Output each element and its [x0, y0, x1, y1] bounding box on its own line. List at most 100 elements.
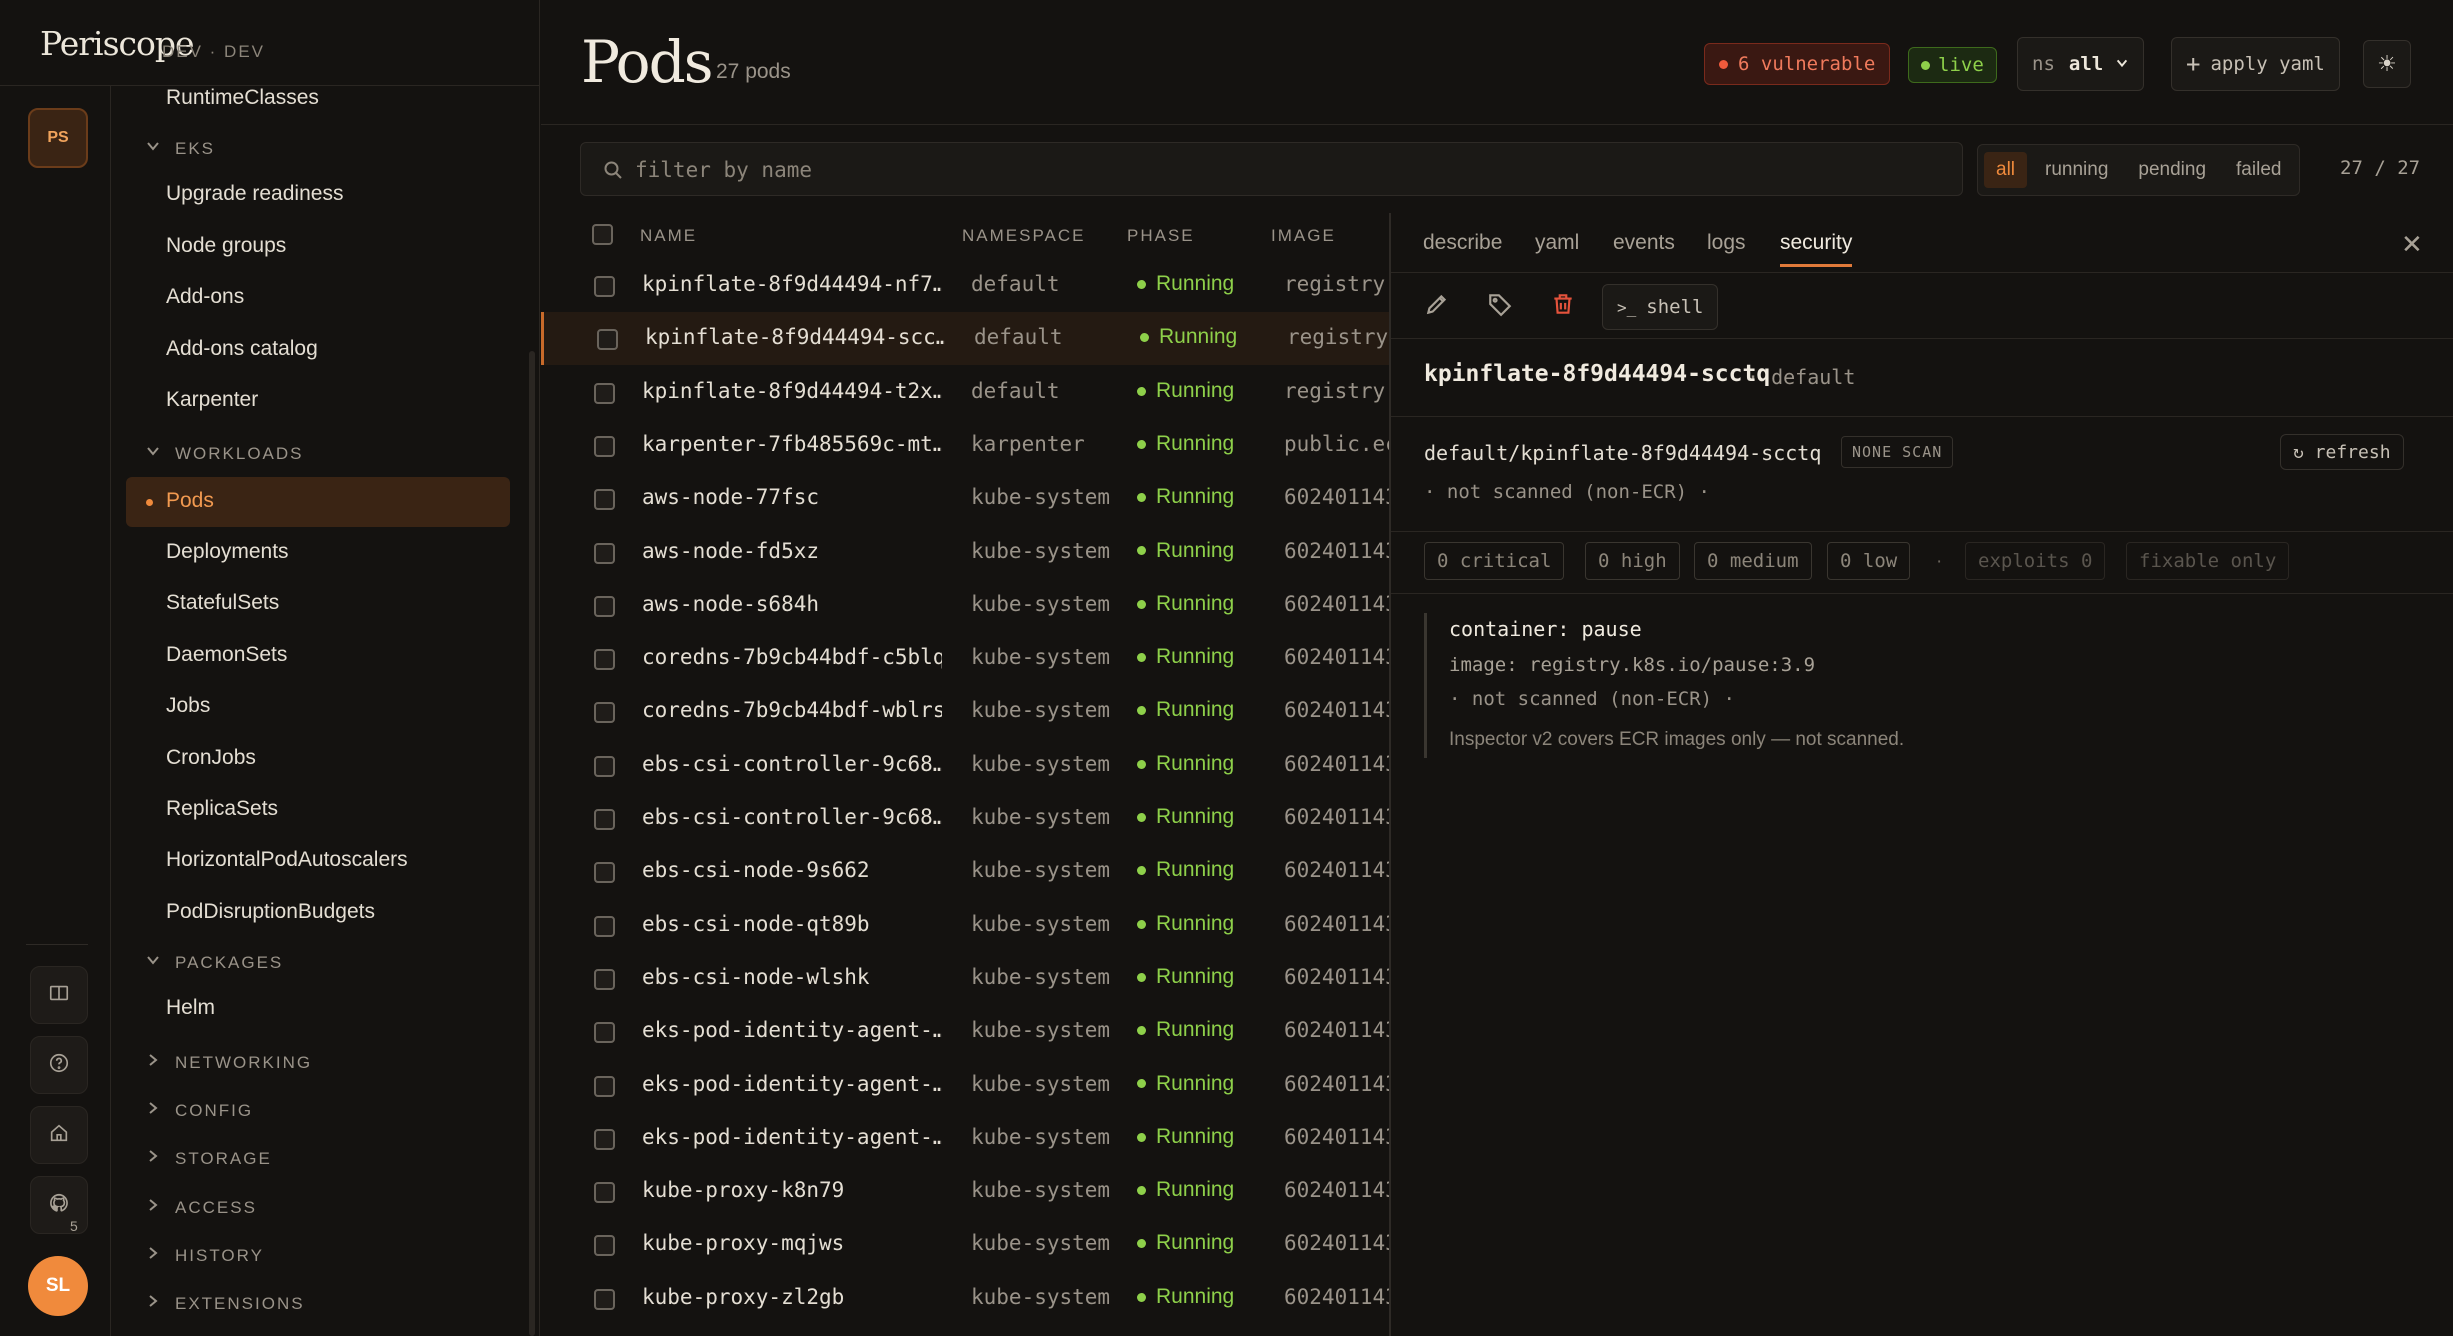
table-row[interactable]: ebs-csi-node-qt89b kube-system Running 6024…	[541, 899, 1389, 952]
row-checkbox[interactable]	[594, 1182, 615, 1204]
table-row[interactable]: karpenter-7fb485569c-mt… karpenter Running…	[541, 419, 1389, 472]
table-row[interactable]: kube-proxy-mqjws kube-system Running 602401…	[541, 1218, 1389, 1271]
severity-medium-filter[interactable]: 0 medium	[1694, 542, 1812, 580]
row-checkbox[interactable]	[594, 1022, 615, 1044]
row-checkbox[interactable]	[594, 489, 615, 511]
select-all-checkbox[interactable]	[592, 224, 613, 245]
row-checkbox[interactable]	[594, 702, 615, 724]
table-row[interactable]: kpinflate-8f9d44494-scc… default Running re…	[541, 312, 1389, 366]
row-checkbox[interactable]	[594, 1075, 615, 1097]
table-row[interactable]: kpinflate-8f9d44494-nf7… default Running re…	[541, 259, 1389, 312]
nav-item-hpa[interactable]: HorizontalPodAutoscalers	[166, 848, 408, 872]
table-row[interactable]: ebs-csi-controller-9c68… kube-system Runni…	[541, 792, 1389, 845]
nav-section-packages[interactable]: PACKAGES	[145, 952, 283, 973]
apply-yaml-button[interactable]: + apply yaml	[2171, 37, 2340, 91]
table-row[interactable]: aws-node-s684h kube-system Running 60240114…	[541, 579, 1389, 632]
nav-section-config[interactable]: CONFIG	[145, 1100, 253, 1121]
segment-running[interactable]: running	[2033, 152, 2120, 188]
severity-low-filter[interactable]: 0 low	[1827, 542, 1911, 580]
nav-item-upgrade-readiness[interactable]: Upgrade readiness	[166, 182, 343, 206]
nav-section-networking[interactable]: NETWORKING	[145, 1052, 312, 1073]
tab-yaml[interactable]: yaml	[1535, 231, 1579, 255]
table-row[interactable]: coredns-7b9cb44bdf-wblrs kube-system Runni…	[541, 685, 1389, 738]
row-checkbox[interactable]	[594, 542, 615, 564]
theme-toggle-button[interactable]: ☀	[2363, 40, 2411, 88]
nav-item-daemonsets[interactable]: DaemonSets	[166, 643, 287, 667]
tab-security[interactable]: security	[1780, 231, 1852, 255]
row-checkbox[interactable]	[594, 276, 615, 297]
user-avatar[interactable]: SL	[28, 1256, 88, 1316]
help-button[interactable]	[30, 1036, 88, 1094]
workspace-button[interactable]: PS	[28, 108, 88, 168]
live-badge[interactable]: live	[1908, 47, 1997, 83]
nav-item-helm[interactable]: Helm	[166, 996, 215, 1020]
nav-section-history[interactable]: HISTORY	[145, 1245, 264, 1266]
nav-item-runtimeclasses[interactable]: RuntimeClasses	[166, 86, 319, 110]
tab-describe[interactable]: describe	[1423, 231, 1502, 255]
nav-section-access[interactable]: ACCESS	[145, 1197, 257, 1218]
table-row[interactable]: eks-pod-identity-agent-… kube-system Runni…	[541, 1059, 1389, 1112]
edit-button[interactable]	[1424, 291, 1452, 319]
table-row[interactable]: aws-node-fd5xz kube-system Running 60240114…	[541, 526, 1389, 579]
nav-item-cronjobs[interactable]: CronJobs	[166, 746, 256, 770]
sidebar-scrollbar[interactable]	[529, 351, 535, 1336]
tab-events[interactable]: events	[1613, 231, 1675, 255]
row-checkbox[interactable]	[594, 649, 615, 671]
nav-item-deployments[interactable]: Deployments	[166, 540, 289, 564]
exploits-filter[interactable]: exploits 0	[1965, 542, 2106, 580]
column-header-image[interactable]: IMAGE	[1271, 226, 1336, 246]
nav-item-pdb[interactable]: PodDisruptionBudgets	[166, 900, 375, 924]
table-row[interactable]: eks-pod-identity-agent-… kube-system Runni…	[541, 1112, 1389, 1165]
nav-item-jobs[interactable]: Jobs	[166, 694, 210, 718]
segment-failed[interactable]: failed	[2224, 152, 2293, 188]
table-row[interactable]: coredns-7b9cb44bdf-c5blq kube-system Runni…	[541, 632, 1389, 685]
nav-section-workloads[interactable]: WORKLOADS	[145, 443, 304, 464]
table-row[interactable]: ebs-csi-node-wlshk kube-system Running 6024…	[541, 952, 1389, 1005]
table-row[interactable]: eks-pod-identity-agent-… kube-system Runni…	[541, 1005, 1389, 1058]
severity-high-filter[interactable]: 0 high	[1585, 542, 1680, 580]
column-header-phase[interactable]: PHASE	[1127, 226, 1195, 246]
table-row[interactable]: kube-proxy-zl2gb kube-system Running 602401…	[541, 1272, 1389, 1325]
nav-section-extensions[interactable]: EXTENSIONS	[145, 1293, 305, 1314]
nav-section-storage[interactable]: STORAGE	[145, 1148, 272, 1169]
tab-logs[interactable]: logs	[1707, 231, 1746, 255]
home-button[interactable]	[30, 1106, 88, 1164]
github-button[interactable]	[30, 1176, 88, 1234]
row-checkbox[interactable]	[594, 862, 615, 884]
segment-pending[interactable]: pending	[2126, 152, 2218, 188]
docs-button[interactable]	[30, 966, 88, 1024]
nav-item-add-ons[interactable]: Add-ons	[166, 285, 244, 309]
row-checkbox[interactable]	[594, 1288, 615, 1310]
row-checkbox[interactable]	[597, 329, 618, 351]
row-checkbox[interactable]	[594, 1235, 615, 1257]
nav-item-statefulsets[interactable]: StatefulSets	[166, 591, 279, 615]
table-row[interactable]: kpinflate-8f9d44494-t2x… default Running re…	[541, 366, 1389, 419]
nav-item-add-ons-catalog[interactable]: Add-ons catalog	[166, 337, 318, 361]
row-checkbox[interactable]	[594, 809, 615, 830]
delete-button[interactable]	[1550, 291, 1578, 319]
row-checkbox[interactable]	[594, 382, 615, 404]
label-button[interactable]	[1487, 291, 1515, 319]
nav-item-karpenter[interactable]: Karpenter	[166, 388, 258, 412]
severity-critical-filter[interactable]: 0 critical	[1424, 542, 1565, 580]
row-checkbox[interactable]	[594, 915, 615, 937]
table-row[interactable]: kube-proxy-k8n79 kube-system Running 602401…	[541, 1165, 1389, 1218]
row-checkbox[interactable]	[594, 595, 615, 617]
row-checkbox[interactable]	[594, 1128, 615, 1150]
table-row[interactable]: ebs-csi-controller-9c68… kube-system Runni…	[541, 739, 1389, 792]
table-row[interactable]: ebs-csi-node-9s662 kube-system Running 6024…	[541, 845, 1389, 898]
close-icon[interactable]: ✕	[2401, 229, 2423, 260]
namespace-select[interactable]: ns all	[2017, 37, 2145, 91]
nav-item-replicasets[interactable]: ReplicaSets	[166, 797, 278, 821]
table-row[interactable]: aws-node-77fsc kube-system Running 60240114…	[541, 472, 1389, 525]
nav-item-node-groups[interactable]: Node groups	[166, 234, 286, 258]
filter-input[interactable]	[635, 153, 1935, 187]
refresh-button[interactable]: ↻ refresh	[2280, 434, 2404, 470]
row-checkbox[interactable]	[594, 968, 615, 990]
shell-button[interactable]: >_ shell	[1602, 284, 1719, 330]
segment-all[interactable]: all	[1984, 152, 2028, 188]
row-checkbox[interactable]	[594, 755, 615, 777]
column-header-namespace[interactable]: NAMESPACE	[962, 226, 1086, 246]
nav-section-eks[interactable]: EKS	[145, 138, 215, 159]
vulnerable-badge[interactable]: 6 vulnerable	[1704, 43, 1891, 85]
